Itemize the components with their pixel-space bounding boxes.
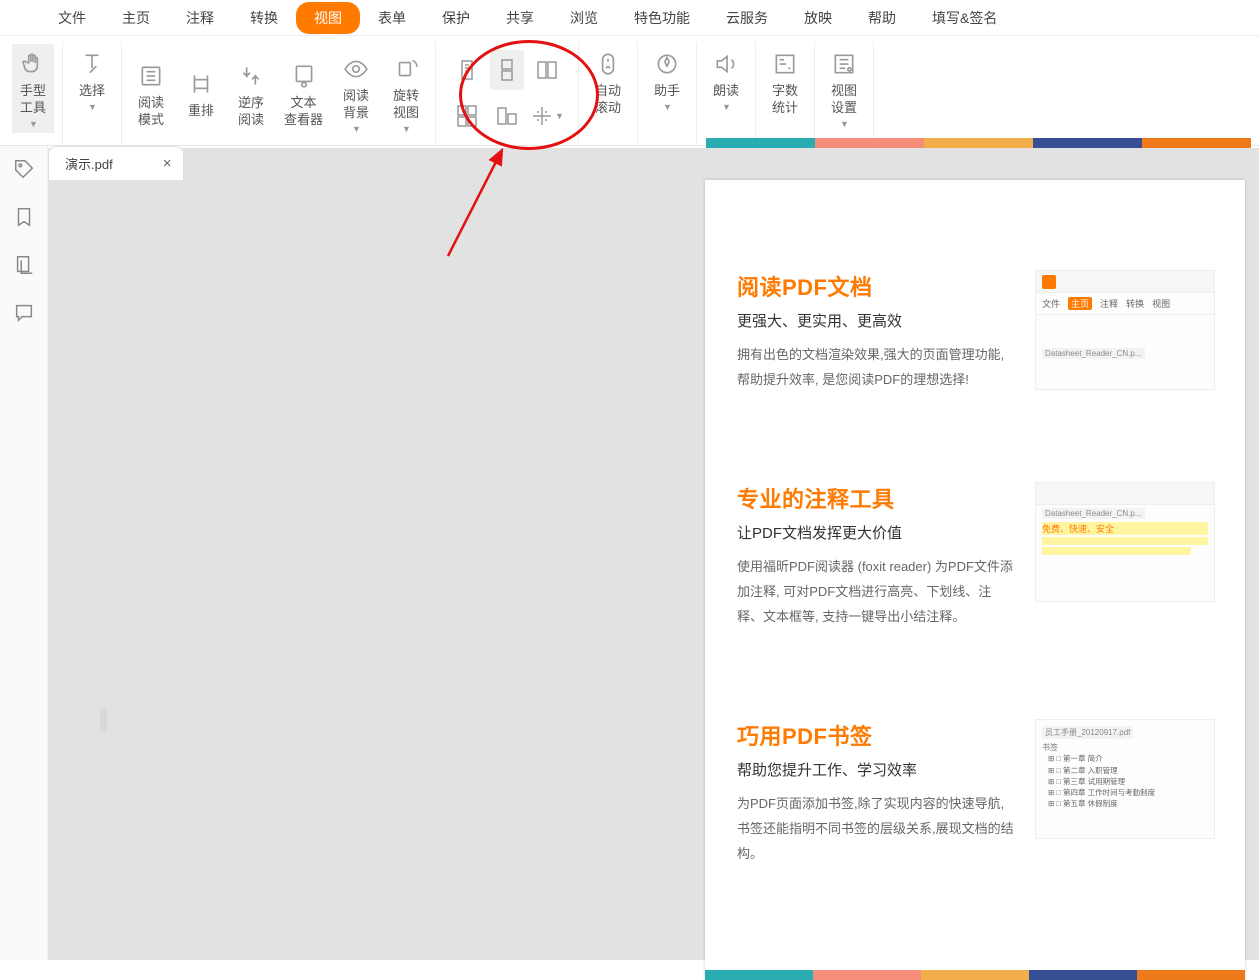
thumbnail-image: 员工手册_20120917.pdf 书签 ⊞ □ 第一章 简介 ⊞ □ 第二章 … — [1035, 719, 1215, 839]
menu-share[interactable]: 共享 — [488, 2, 552, 34]
chevron-down-icon: ▼ — [29, 119, 38, 131]
menu-convert[interactable]: 转换 — [232, 2, 296, 34]
menu-fillsign[interactable]: 填写&签名 — [914, 2, 1015, 34]
split-view-button[interactable]: ▼ — [530, 96, 564, 136]
reading-bg-button[interactable]: 阅读 背景▼ — [335, 49, 377, 138]
tab-close-button[interactable]: × — [163, 155, 172, 172]
pdf-page: 阅读PDF文档 更强大、更实用、更高效 拥有出色的文档渲染效果,强大的页面管理功… — [705, 180, 1245, 980]
menu-form[interactable]: 表单 — [360, 2, 424, 34]
thumbnail-image: 文件主页注释转换视图 Datasheet_Reader_CN.p... — [1035, 270, 1215, 390]
assistant-icon — [650, 47, 684, 81]
single-page-view-button[interactable] — [450, 50, 484, 90]
document-eye-icon — [287, 59, 321, 93]
reading-mode-button[interactable]: 阅读 模式 — [130, 56, 172, 132]
thumbnail-image: Datasheet_Reader_CN.p... 免费、快速、安全 — [1035, 482, 1215, 602]
section-subtitle: 更强大、更实用、更高效 — [737, 310, 1017, 331]
facing-page-view-button[interactable] — [530, 50, 564, 90]
chevron-down-icon: ▼ — [663, 102, 672, 114]
reflow-icon — [184, 67, 218, 101]
menu-slideshow[interactable]: 放映 — [786, 2, 850, 34]
section-title: 阅读PDF文档 — [737, 270, 1017, 302]
separate-cover-view-button[interactable] — [490, 96, 524, 136]
menu-help[interactable]: 帮助 — [850, 2, 914, 34]
document-tab-bar: 演示.pdf × — [48, 146, 184, 180]
section-body: 为PDF页面添加书签,除了实现内容的快速导航,书签还能指明不同书签的层级关系,展… — [737, 792, 1017, 866]
speaker-icon — [709, 47, 743, 81]
menu-feature[interactable]: 特色功能 — [616, 2, 708, 34]
auto-scroll-icon — [591, 47, 625, 81]
read-aloud-button[interactable]: 朗读▼ — [705, 44, 747, 117]
section-bookmark: 巧用PDF书签 帮助您提升工作、学习效率 为PDF页面添加书签,除了实现内容的快… — [705, 659, 1245, 896]
page-view-grid: ▼ — [444, 44, 570, 142]
rotate-icon — [389, 52, 423, 86]
eye-icon — [339, 52, 373, 86]
menu-file[interactable]: 文件 — [40, 2, 104, 34]
continuous-facing-view-button[interactable] — [450, 96, 484, 136]
tag-icon[interactable] — [13, 158, 35, 180]
menu-home[interactable]: 主页 — [104, 2, 168, 34]
auto-scroll-button[interactable]: 自动 滚动 — [587, 44, 629, 120]
left-sidebar — [0, 146, 48, 960]
select-button[interactable]: 选择▼ — [71, 44, 113, 117]
hand-icon — [16, 47, 50, 81]
menu-bar: 文件 主页 注释 转换 视图 表单 保护 共享 浏览 特色功能 云服务 放映 帮… — [0, 0, 1259, 36]
comment-icon[interactable] — [13, 302, 35, 324]
menu-comment[interactable]: 注释 — [168, 2, 232, 34]
section-title: 巧用PDF书签 — [737, 719, 1017, 751]
rotate-view-button[interactable]: 旋转 视图▼ — [385, 49, 427, 138]
text-viewer-button[interactable]: 文本 查看器 — [280, 56, 327, 132]
reverse-icon — [234, 59, 268, 93]
book-icon — [134, 59, 168, 93]
chevron-down-icon: ▼ — [722, 102, 731, 114]
pages-icon[interactable] — [13, 254, 35, 276]
assistant-button[interactable]: 助手▼ — [646, 44, 688, 117]
select-text-icon — [75, 47, 109, 81]
chevron-down-icon: ▼ — [402, 124, 411, 136]
chevron-down-icon: ▼ — [555, 111, 564, 121]
word-count-button[interactable]: 字数 统计 — [764, 44, 806, 120]
section-body: 拥有出色的文档渲染效果,强大的页面管理功能,帮助提升效率, 是您阅读PDF的理想… — [737, 343, 1017, 392]
chevron-down-icon: ▼ — [88, 102, 97, 114]
app-logo-icon — [1042, 275, 1056, 289]
section-read: 阅读PDF文档 更强大、更实用、更高效 拥有出色的文档渲染效果,强大的页面管理功… — [705, 180, 1245, 422]
menu-browse[interactable]: 浏览 — [552, 2, 616, 34]
chevron-down-icon: ▼ — [840, 119, 849, 131]
reflow-button[interactable]: 重排 — [180, 64, 222, 123]
tab-title: 演示.pdf — [65, 154, 113, 173]
chevron-down-icon: ▼ — [352, 124, 361, 136]
bookmark-icon[interactable] — [13, 206, 35, 228]
hand-tool-button[interactable]: 手型 工具▼ — [12, 44, 54, 133]
ribbon: 手型 工具▼ 选择▼ 阅读 模式 重排 逆序 阅读 文本 查看器 阅读 背景▼ — [0, 36, 1259, 146]
section-subtitle: 帮助您提升工作、学习效率 — [737, 759, 1017, 780]
section-body: 使用福昕PDF阅读器 (foxit reader) 为PDF文件添加注释, 可对… — [737, 555, 1017, 629]
word-count-icon — [768, 47, 802, 81]
section-subtitle: 让PDF文档发挥更大价值 — [737, 522, 1017, 543]
document-tab[interactable]: 演示.pdf × — [48, 146, 184, 180]
continuous-page-view-button[interactable] — [490, 50, 524, 90]
section-annotate: 专业的注释工具 让PDF文档发挥更大价值 使用福昕PDF阅读器 (foxit r… — [705, 422, 1245, 659]
menu-protect[interactable]: 保护 — [424, 2, 488, 34]
menu-cloud[interactable]: 云服务 — [708, 2, 786, 34]
section-title: 专业的注释工具 — [737, 482, 1017, 514]
reverse-reading-button[interactable]: 逆序 阅读 — [230, 56, 272, 132]
menu-view[interactable]: 视图 — [296, 2, 360, 34]
view-settings-button[interactable]: 视图 设置▼ — [823, 44, 865, 133]
view-settings-icon — [827, 47, 861, 81]
panel-expand-handle[interactable] — [100, 708, 107, 732]
